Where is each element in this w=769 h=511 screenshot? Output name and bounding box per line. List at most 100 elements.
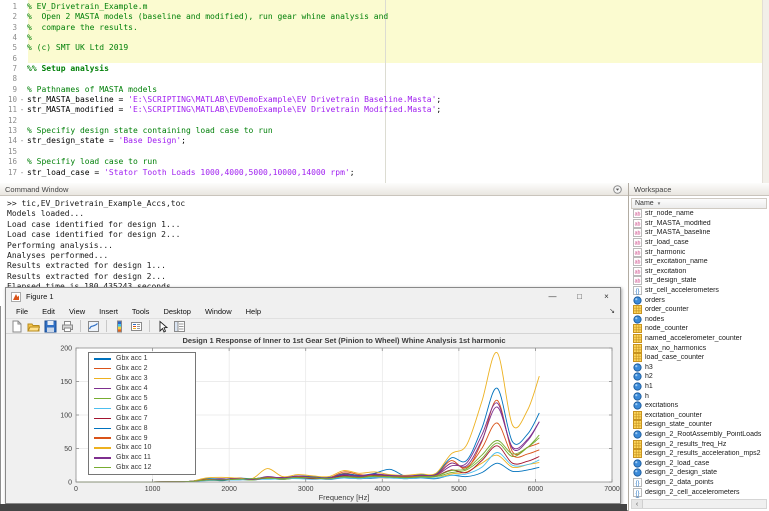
- svg-text:ab: ab: [635, 212, 641, 218]
- editor-line[interactable]: 3% compare the results.: [0, 23, 762, 33]
- menu-edit[interactable]: Edit: [35, 307, 62, 316]
- workspace-variable-row[interactable]: abstr_load_case: [631, 238, 767, 248]
- workspace-variable-row[interactable]: abstr_excitation_name: [631, 257, 767, 267]
- workspace-variable-row[interactable]: h: [631, 391, 767, 401]
- insert-legend-icon[interactable]: [129, 319, 144, 333]
- figure-titlebar[interactable]: Figure 1 — □ ×: [6, 288, 620, 305]
- workspace-variable-row[interactable]: h2: [631, 372, 767, 382]
- workspace-variable-row[interactable]: {}str_cell_accelerometers: [631, 286, 767, 296]
- legend-entry[interactable]: Gbx acc 2: [89, 364, 195, 374]
- workspace-variable-row[interactable]: {}design_2_cell_accelerometers: [631, 487, 767, 497]
- workspace-variable-row[interactable]: max_no_harmonics: [631, 343, 767, 353]
- menu-view[interactable]: View: [62, 307, 92, 316]
- legend-entry[interactable]: Gbx acc 12: [89, 463, 195, 473]
- legend-entry[interactable]: Gbx acc 3: [89, 374, 195, 384]
- legend-entry[interactable]: Gbx acc 10: [89, 443, 195, 453]
- workspace-variable-row[interactable]: abstr_excitation: [631, 267, 767, 277]
- editor-lines[interactable]: 1% EV_Drivetrain_Example.m2% Open 2 MAST…: [0, 2, 762, 178]
- open-file-icon[interactable]: [26, 319, 41, 333]
- workspace-variable-row[interactable]: orders: [631, 295, 767, 305]
- legend-entry[interactable]: Gbx acc 4: [89, 384, 195, 394]
- workspace-variable-row[interactable]: design_2_design_state: [631, 468, 767, 478]
- legend-entry[interactable]: Gbx acc 11: [89, 453, 195, 463]
- menu-file[interactable]: File: [9, 307, 35, 316]
- scroll-left-icon[interactable]: ‹: [632, 500, 643, 508]
- property-inspector-icon[interactable]: [172, 319, 187, 333]
- command-output-line: Results extracted for design 1...: [7, 261, 628, 271]
- workspace-variable-row[interactable]: design_2_results_acceleration_mps2: [631, 449, 767, 459]
- workspace-variable-row[interactable]: h1: [631, 382, 767, 392]
- legend-entry[interactable]: Gbx acc 7: [89, 413, 195, 423]
- legend-label: Gbx acc 7: [116, 415, 148, 422]
- menu-help[interactable]: Help: [239, 307, 268, 316]
- editor-line[interactable]: 9% Pathnames of MASTA models: [0, 85, 762, 95]
- workspace-list[interactable]: abstr_node_nameabstr_MASTA_modifiedabstr…: [631, 209, 767, 498]
- workspace-variable-row[interactable]: abstr_design_state: [631, 276, 767, 286]
- editor-line[interactable]: 2% Open 2 MASTA models (baseline and mod…: [0, 12, 762, 22]
- workspace-variable-row[interactable]: design_2_load_case: [631, 458, 767, 468]
- editor-line[interactable]: 6: [0, 54, 762, 64]
- maximize-window-icon[interactable]: □: [566, 288, 593, 305]
- workspace-variable-row[interactable]: abstr_MASTA_baseline: [631, 228, 767, 238]
- new-figure-icon[interactable]: [9, 319, 24, 333]
- editor-line[interactable]: 15: [0, 147, 762, 157]
- workspace-variable-row[interactable]: abstr_MASTA_modified: [631, 219, 767, 229]
- command-window-header[interactable]: Command Window: [0, 183, 628, 196]
- editor-line[interactable]: 16% Specifiy load case to run: [0, 157, 762, 167]
- legend-entry[interactable]: Gbx acc 8: [89, 423, 195, 433]
- menu-window[interactable]: Window: [198, 307, 239, 316]
- link-plot-icon[interactable]: [86, 319, 101, 333]
- variable-type-icon-char: ab: [633, 238, 642, 247]
- workspace-variable-row[interactable]: abstr_node_name: [631, 209, 767, 219]
- workspace-variable-row[interactable]: node_counter: [631, 324, 767, 334]
- editor-scrollbar[interactable]: [762, 0, 769, 183]
- edit-plot-icon[interactable]: [155, 319, 170, 333]
- legend-entry[interactable]: Gbx acc 6: [89, 403, 195, 413]
- workspace-variable-row[interactable]: design_2_results_freq_Hz: [631, 439, 767, 449]
- legend-entry[interactable]: Gbx acc 5: [89, 394, 195, 404]
- workspace-variable-row[interactable]: design_2_RootAssembly_PointLoads: [631, 430, 767, 440]
- workspace-variable-row[interactable]: excitations: [631, 401, 767, 411]
- save-figure-icon[interactable]: [43, 319, 58, 333]
- workspace-variable-row[interactable]: {}design_2_data_points: [631, 478, 767, 488]
- insert-colorbar-icon[interactable]: [112, 319, 127, 333]
- editor-line[interactable]: 7%% Setup analysis: [0, 64, 762, 74]
- legend-entry[interactable]: Gbx acc 9: [89, 433, 195, 443]
- editor-line[interactable]: 1% EV_Drivetrain_Example.m: [0, 2, 762, 12]
- minimize-window-icon[interactable]: —: [539, 288, 566, 305]
- workspace-variable-row[interactable]: order_counter: [631, 305, 767, 315]
- workspace-variable-row[interactable]: design_state_counter: [631, 420, 767, 430]
- minimize-pane-icon[interactable]: [613, 185, 622, 194]
- workspace-name-column-header[interactable]: Name ▼: [631, 198, 767, 209]
- menu-insert[interactable]: Insert: [92, 307, 125, 316]
- editor-line[interactable]: 13% Specifiy design state containing loa…: [0, 126, 762, 136]
- workspace-variable-row[interactable]: load_case_counter: [631, 353, 767, 363]
- workspace-hscrollbar[interactable]: ‹: [631, 499, 767, 509]
- plot-legend[interactable]: Gbx acc 1Gbx acc 2Gbx acc 3Gbx acc 4Gbx …: [88, 352, 196, 475]
- editor-line[interactable]: 8: [0, 74, 762, 84]
- editor-line[interactable]: 5% (c) SMT UK Ltd 2019: [0, 43, 762, 53]
- workspace-variable-row[interactable]: excitation_counter: [631, 410, 767, 420]
- print-figure-icon[interactable]: [60, 319, 75, 333]
- workspace-variable-row[interactable]: named_accelerometer_counter: [631, 334, 767, 344]
- workspace-variable-row[interactable]: design_2: [631, 497, 767, 498]
- editor-line[interactable]: 17-str_load_case = 'Stator Tooth Loads 1…: [0, 168, 762, 178]
- editor-line[interactable]: 10-str_MASTA_baseline = 'E:\SCRIPTING\MA…: [0, 95, 762, 105]
- menu-desktop[interactable]: Desktop: [156, 307, 198, 316]
- variable-name: excitations: [645, 402, 678, 409]
- dock-figure-icon[interactable]: ↘: [609, 307, 615, 315]
- workspace-variable-row[interactable]: h3: [631, 363, 767, 373]
- workspace-header[interactable]: Workspace: [629, 183, 769, 196]
- close-window-icon[interactable]: ×: [593, 288, 620, 305]
- menu-tools[interactable]: Tools: [125, 307, 157, 316]
- editor-pane[interactable]: 1% EV_Drivetrain_Example.m2% Open 2 MAST…: [0, 0, 769, 184]
- editor-line[interactable]: 12: [0, 116, 762, 126]
- editor-line[interactable]: 11-str_MASTA_modified = 'E:\SCRIPTING\MA…: [0, 105, 762, 115]
- editor-line[interactable]: 14-str_design_state = 'Base Design';: [0, 136, 762, 146]
- y-tick-label: 0: [68, 480, 72, 487]
- variable-type-icon-cell: {}: [633, 478, 642, 487]
- workspace-variable-row[interactable]: abstr_harmonic: [631, 247, 767, 257]
- workspace-variable-row[interactable]: nodes: [631, 315, 767, 325]
- editor-line[interactable]: 4%: [0, 33, 762, 43]
- legend-entry[interactable]: Gbx acc 1: [89, 354, 195, 364]
